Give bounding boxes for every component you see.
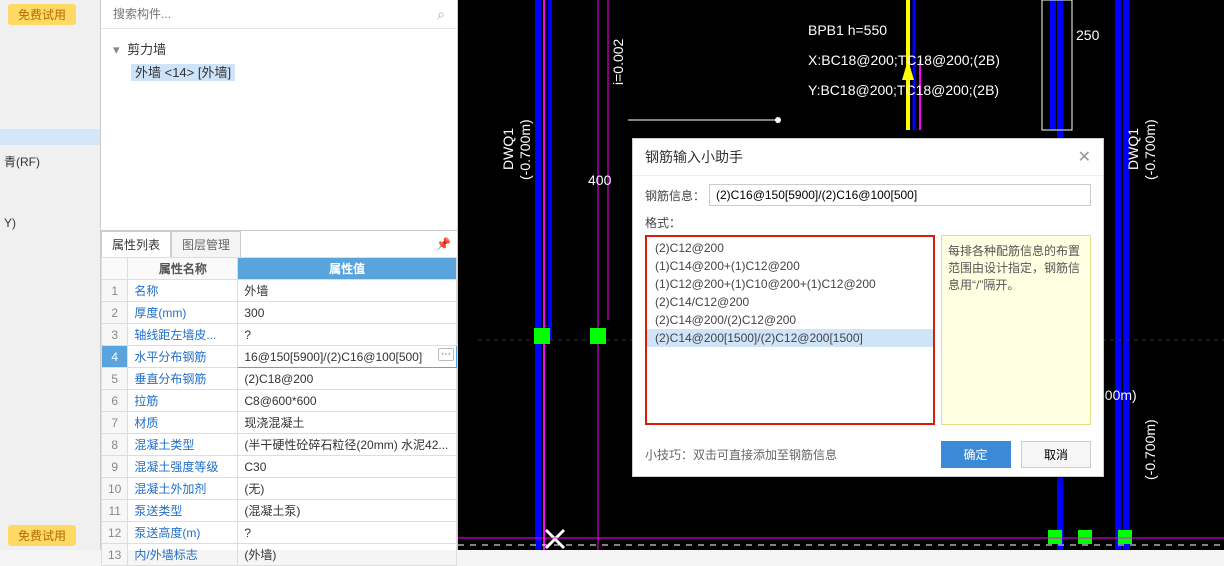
- property-table: 属性名称 属性值 1名称外墙2厚度(mm)3003轴线距左墙皮...?4水平分布…: [101, 257, 457, 566]
- table-row[interactable]: 11泵送类型(混凝土泵): [102, 500, 457, 522]
- component-panel: ⌕ ▾ 剪力墙 外墙 <14> [外墙] 📌 属性列表 图层管理 属性名称 属性…: [100, 0, 458, 550]
- table-row[interactable]: 10混凝土外加剂(无): [102, 478, 457, 500]
- cad-dwq1-left: DWQ1: [500, 128, 516, 170]
- table-row[interactable]: 8混凝土类型(半干硬性砼碎石粒径(20mm) 水泥42...: [102, 434, 457, 456]
- cad-depth-right: (-0.700m): [1142, 119, 1158, 180]
- property-tabs: 属性列表 图层管理: [101, 231, 457, 257]
- search-icon[interactable]: ⌕: [437, 6, 445, 23]
- format-option[interactable]: (2)C14@200/(2)C12@200: [647, 311, 933, 329]
- cad-slope: i=0.002: [610, 38, 626, 85]
- search-row: ⌕: [101, 0, 457, 29]
- format-label: 格式：: [645, 214, 1091, 231]
- format-list[interactable]: (2)C12@200(1)C14@200+(1)C12@200(1)C12@20…: [645, 235, 935, 425]
- col-name: 属性名称: [128, 258, 238, 280]
- rebar-helper-dialog: 钢筋输入小助手 ✕ 钢筋信息： 格式： (2)C12@200(1)C14@200…: [632, 138, 1104, 477]
- more-button[interactable]: ⋯: [438, 348, 454, 361]
- cad-dim-400: 400: [588, 172, 612, 188]
- cancel-button[interactable]: 取消: [1021, 441, 1091, 468]
- tree-selected-label: 外墙 <14> [外墙]: [131, 64, 235, 81]
- rebar-info-input[interactable]: [709, 184, 1091, 206]
- format-option[interactable]: (1)C14@200+(1)C12@200: [647, 257, 933, 275]
- cad-label-x: X:BC18@200;TC18@200;(2B): [808, 52, 1000, 68]
- table-row[interactable]: 6拉筋C8@600*600: [102, 390, 457, 412]
- cad-dwq1-right: DWQ1: [1125, 128, 1141, 170]
- table-row[interactable]: 7材质现浇混凝土: [102, 412, 457, 434]
- table-row[interactable]: 2厚度(mm)300: [102, 302, 457, 324]
- table-row[interactable]: 13内/外墙标志(外墙): [102, 544, 457, 566]
- tree-root-label: 剪力墙: [127, 42, 166, 57]
- trial-button[interactable]: 免费试用: [8, 4, 76, 25]
- cad-dim-250: 250: [1076, 27, 1100, 43]
- table-row[interactable]: 9混凝土强度等级C30: [102, 456, 457, 478]
- left-rail-item-rf[interactable]: 青(RF): [0, 145, 100, 178]
- cad-depth-left: (-0.700m): [517, 119, 533, 180]
- left-rail-item[interactable]: [0, 129, 100, 145]
- table-row[interactable]: 12泵送高度(m)?: [102, 522, 457, 544]
- left-rail: 免费试用 青(RF) Y) 免费试用: [0, 0, 100, 550]
- property-section: 📌 属性列表 图层管理 属性名称 属性值 1名称外墙2厚度(mm)3003轴线距…: [101, 230, 457, 550]
- cad-label-y: Y:BC18@200;TC18@200;(2B): [808, 82, 999, 98]
- format-option[interactable]: (1)C12@200+(1)C10@200+(1)C12@200: [647, 275, 933, 293]
- info-label: 钢筋信息：: [645, 187, 705, 204]
- hint-box: 每排各种配筋信息的布置范围由设计指定，钢筋信息用“/”隔开。: [941, 235, 1091, 425]
- tree-node-selected[interactable]: 外墙 <14> [外墙]: [113, 62, 445, 81]
- format-option[interactable]: (2)C12@200: [647, 239, 933, 257]
- format-option[interactable]: (2)C14@200[1500]/(2)C12@200[1500]: [647, 329, 933, 347]
- tab-properties[interactable]: 属性列表: [101, 231, 171, 257]
- cad-label-bpb: BPB1 h=550: [808, 22, 887, 38]
- search-input[interactable]: [109, 4, 449, 24]
- trial-button-bottom[interactable]: 免费试用: [8, 525, 76, 546]
- tip-text: 小技巧：双击可直接添加至钢筋信息: [645, 446, 837, 463]
- table-row[interactable]: 1名称外墙: [102, 280, 457, 302]
- tree-node-root[interactable]: ▾ 剪力墙: [113, 39, 445, 58]
- table-row[interactable]: 3轴线距左墙皮...?: [102, 324, 457, 346]
- pin-icon[interactable]: 📌: [436, 237, 451, 251]
- table-row[interactable]: 4水平分布钢筋16@150[5900]/(2)C16@100[500]⋯: [102, 346, 457, 368]
- component-tree: ▾ 剪力墙 外墙 <14> [外墙]: [101, 29, 457, 91]
- col-value: 属性值: [238, 258, 457, 280]
- cad-depth-right2: (-0.700m): [1142, 419, 1158, 480]
- close-icon[interactable]: ✕: [1078, 147, 1091, 167]
- tab-layers[interactable]: 图层管理: [171, 231, 241, 257]
- ok-button[interactable]: 确定: [941, 441, 1011, 468]
- dialog-title: 钢筋输入小助手: [645, 147, 743, 167]
- format-option[interactable]: (2)C14/C12@200: [647, 293, 933, 311]
- chevron-down-icon: ▾: [113, 42, 120, 57]
- left-rail-item-y[interactable]: Y): [0, 208, 100, 238]
- table-row[interactable]: 5垂直分布钢筋(2)C18@200: [102, 368, 457, 390]
